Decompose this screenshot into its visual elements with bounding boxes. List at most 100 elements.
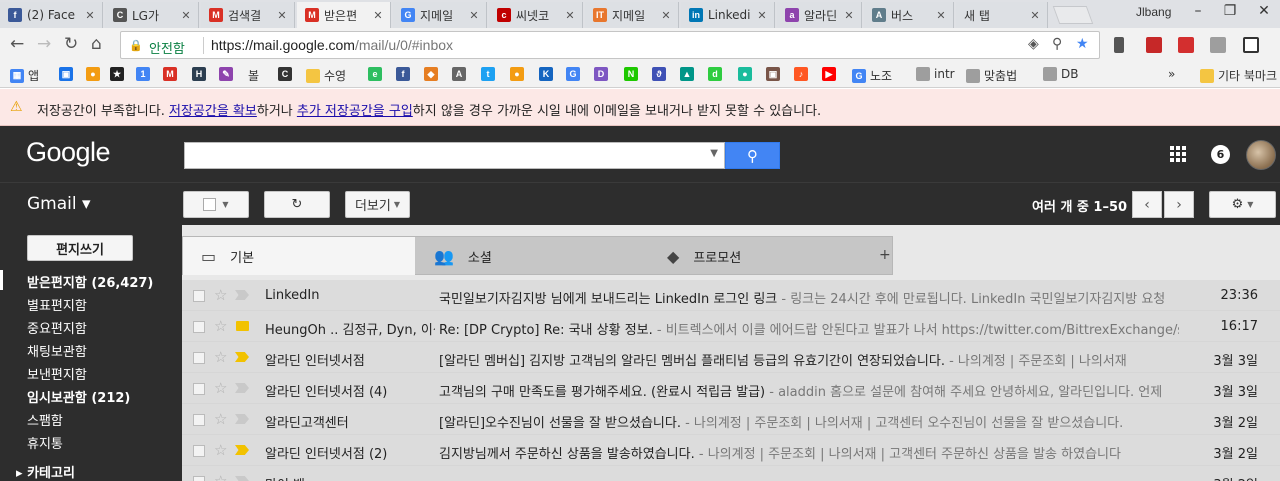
- row-checkbox[interactable]: [193, 445, 205, 457]
- importance-marker-icon[interactable]: [235, 383, 249, 393]
- forward-icon[interactable]: →: [37, 34, 51, 54]
- bookmark-item[interactable]: H: [192, 67, 210, 81]
- bookmark-item[interactable]: G: [566, 67, 584, 81]
- bookmark-item[interactable]: ●: [86, 67, 104, 81]
- row-checkbox[interactable]: [193, 321, 205, 333]
- new-tab-button[interactable]: [1052, 6, 1094, 24]
- close-tab-icon[interactable]: ✕: [658, 9, 674, 22]
- close-tab-icon[interactable]: ✕: [82, 9, 98, 22]
- star-icon[interactable]: ☆: [214, 317, 227, 335]
- bookmark-star-icon[interactable]: ★: [1076, 36, 1089, 52]
- nav-item[interactable]: 중요편지함: [27, 318, 87, 337]
- zoom-icon[interactable]: ⚲: [1052, 36, 1062, 52]
- importance-marker-icon[interactable]: [235, 414, 249, 424]
- row-checkbox[interactable]: [193, 383, 205, 395]
- star-icon[interactable]: ☆: [214, 379, 227, 397]
- reader-icon[interactable]: [1243, 37, 1259, 53]
- star-icon[interactable]: ☆: [214, 286, 227, 304]
- settings-button[interactable]: ⚙ ▼: [1209, 191, 1276, 218]
- close-tab-icon[interactable]: ✕: [1027, 9, 1043, 22]
- email-row[interactable]: ☆ 알라딘 인터넷서점 (2) 김지방님께서 주문하신 상품을 발송하였습니다. -…: [182, 435, 1280, 466]
- bookmark-item[interactable]: e: [368, 67, 386, 81]
- nav-item[interactable]: 채팅보관함: [27, 341, 87, 360]
- bookmark-item[interactable]: M: [163, 67, 181, 81]
- browser-tab[interactable]: 새 탭 ✕: [956, 2, 1048, 28]
- bookmark-item[interactable]: A: [452, 67, 470, 81]
- row-checkbox[interactable]: [193, 290, 205, 302]
- folder-icon[interactable]: [236, 321, 249, 331]
- extension-icon[interactable]: [1146, 37, 1162, 53]
- close-tab-icon[interactable]: ✕: [370, 9, 386, 22]
- buy-storage-link[interactable]: 추가 저장공간을 구입: [297, 104, 413, 119]
- google-logo[interactable]: Google: [26, 137, 111, 168]
- compose-button[interactable]: 편지쓰기: [27, 235, 133, 261]
- select-checkbox-button[interactable]: ▼: [183, 191, 249, 218]
- bookmark-item[interactable]: ▦ 앱: [10, 67, 39, 84]
- email-row[interactable]: ☆ 마이 뱅 3월 2일: [182, 466, 1280, 481]
- bookmark-item[interactable]: ▣: [766, 67, 784, 81]
- search-input[interactable]: ▼: [184, 142, 725, 169]
- minimize-icon[interactable]: –: [1188, 3, 1208, 19]
- bookmark-item[interactable]: intr: [916, 67, 955, 81]
- bookmark-item[interactable]: ●: [510, 67, 528, 81]
- phone-extension-icon[interactable]: [1114, 37, 1124, 53]
- browser-tab[interactable]: f (2) Face ✕: [0, 2, 103, 28]
- close-tab-icon[interactable]: ✕: [274, 9, 290, 22]
- bookmark-item[interactable]: 수영: [306, 67, 346, 84]
- browser-tab[interactable]: M 검색결 ✕: [201, 2, 295, 28]
- bookmark-item[interactable]: ϑ: [652, 67, 670, 81]
- avatar[interactable]: [1246, 140, 1276, 170]
- bookmarks-more-button[interactable]: »: [1168, 67, 1175, 81]
- bookmark-item[interactable]: K: [539, 67, 557, 81]
- close-tab-icon[interactable]: ✕: [562, 9, 578, 22]
- browser-tab[interactable]: IT 지메일 ✕: [585, 2, 679, 28]
- star-icon[interactable]: ☆: [214, 472, 227, 481]
- importance-marker-icon[interactable]: [235, 352, 249, 362]
- browser-tab[interactable]: M 받은편 ✕: [297, 2, 391, 28]
- url-text[interactable]: https://mail.google.com/mail/u/0/#inbox: [211, 37, 453, 53]
- browser-tab[interactable]: A 버스 ✕: [864, 2, 954, 28]
- email-row[interactable]: ☆ HeungOh .. 김정규, Dyn, 이성 Re: [DP Crypto] …: [182, 311, 1280, 342]
- row-checkbox[interactable]: [193, 414, 205, 426]
- free-storage-link[interactable]: 저장공간을 확보: [169, 104, 257, 119]
- nav-item[interactable]: 보낸편지함: [27, 364, 87, 383]
- row-checkbox[interactable]: [193, 352, 205, 364]
- newer-button[interactable]: ‹: [1132, 191, 1162, 218]
- close-tab-icon[interactable]: ✕: [178, 9, 194, 22]
- reload-icon[interactable]: ↻: [64, 34, 78, 54]
- bookmark-item[interactable]: G 노조: [852, 67, 892, 84]
- bookmark-item[interactable]: ▶: [822, 67, 840, 81]
- bookmark-item[interactable]: 볼: [248, 67, 259, 84]
- email-row[interactable]: ☆ 알라딘 인터넷서점 (4) 고객님의 구매 만족도를 평가해주세요. (완료시 …: [182, 373, 1280, 404]
- bookmark-item[interactable]: ♪: [794, 67, 812, 81]
- bookmark-item[interactable]: ▲: [680, 67, 698, 81]
- close-window-icon[interactable]: ✕: [1254, 3, 1274, 19]
- extension-icon[interactable]: [1178, 37, 1194, 53]
- bookmark-item[interactable]: N: [624, 67, 642, 81]
- bookmark-item[interactable]: 맞춤법: [966, 67, 1017, 84]
- bookmark-item[interactable]: 1: [136, 67, 154, 81]
- refresh-button[interactable]: ↻: [264, 191, 330, 218]
- search-button[interactable]: ⚲: [725, 142, 780, 169]
- email-row[interactable]: ☆ LinkedIn 국민일보기자김지방 님에게 보내드리는 LinkedIn 로그…: [182, 280, 1280, 311]
- category-tab[interactable]: ▭ 기본: [183, 237, 415, 275]
- email-row[interactable]: ☆ 알라딘고객센터 [알라딘]오수진님이 선물을 잘 받으셨습니다. - 나의계정 …: [182, 404, 1280, 435]
- nav-item[interactable]: 별표편지함: [27, 295, 87, 314]
- close-tab-icon[interactable]: ✕: [933, 9, 949, 22]
- star-icon[interactable]: ☆: [214, 441, 227, 459]
- nav-item[interactable]: ▸ 카테고리: [16, 462, 75, 481]
- close-tab-icon[interactable]: ✕: [841, 9, 857, 22]
- bookmark-item[interactable]: f: [396, 67, 414, 81]
- bookmark-item[interactable]: ●: [738, 67, 756, 81]
- importance-marker-icon[interactable]: [235, 290, 249, 300]
- other-bookmarks[interactable]: 기타 북마크: [1200, 67, 1277, 84]
- view-icon[interactable]: ◈: [1028, 36, 1039, 52]
- search-options-icon[interactable]: ▼: [710, 148, 718, 159]
- email-row[interactable]: ☆ 알라딘 인터넷서점 [알라딘 멤버십] 김지방 고객님의 알라딘 멤버십 플래티…: [182, 342, 1280, 373]
- url-field[interactable]: 🔒 안전함 https://mail.google.com/mail/u/0/#…: [120, 31, 1100, 59]
- bookmark-item[interactable]: ▣: [59, 67, 77, 81]
- bookmark-item[interactable]: D: [594, 67, 612, 81]
- profile-name[interactable]: Jlbang: [1136, 5, 1171, 19]
- notifications-badge[interactable]: 6: [1211, 145, 1230, 164]
- close-tab-icon[interactable]: ✕: [754, 9, 770, 22]
